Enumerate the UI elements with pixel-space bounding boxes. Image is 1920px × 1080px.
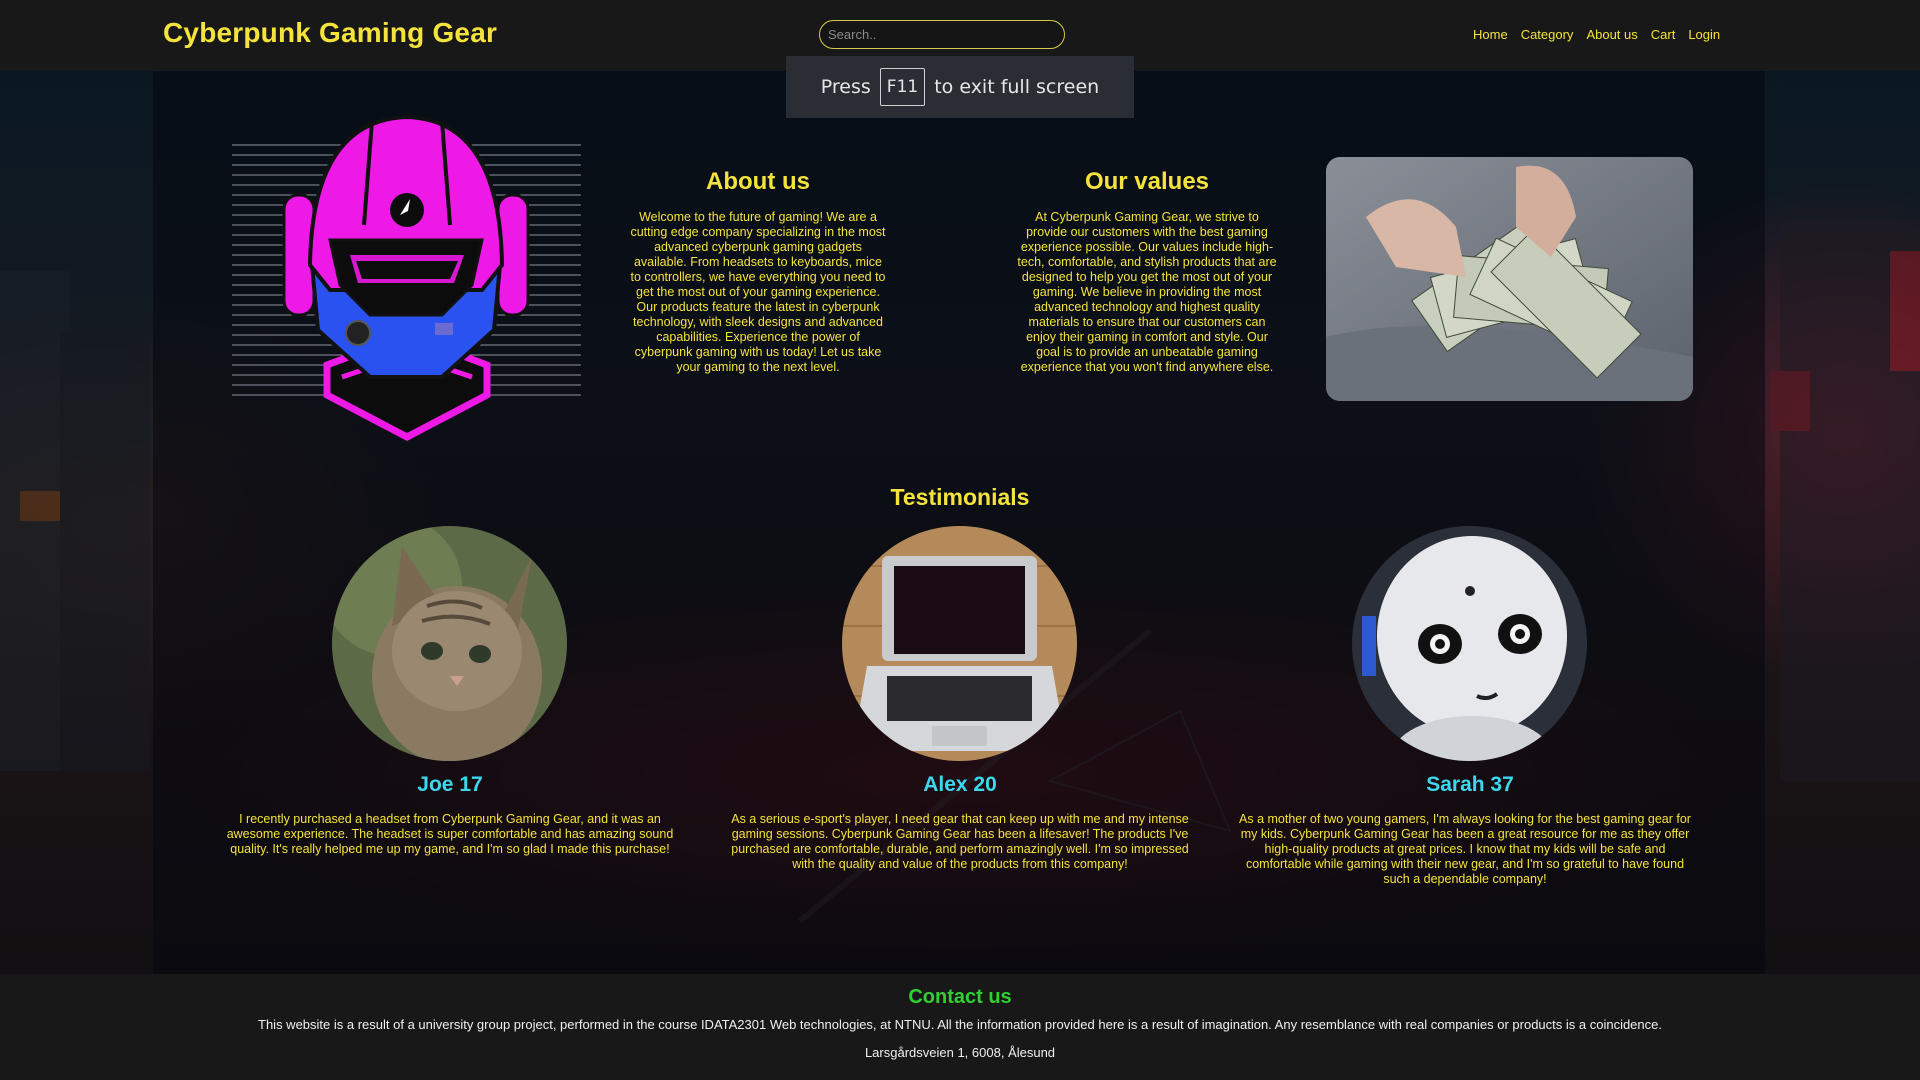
footer-disclaimer: This website is a result of a university…	[258, 1017, 1662, 1032]
footer: Contact us This website is a result of a…	[0, 974, 1920, 1080]
about-us-text: Welcome to the future of gaming! We are …	[630, 210, 886, 374]
testimonial-name-joe: Joe 17	[417, 773, 483, 796]
toast-rest-text: to exit full screen	[934, 76, 1100, 98]
contact-us-heading: Contact us	[908, 986, 1012, 1008]
testimonial-name-alex: Alex 20	[923, 773, 997, 796]
testimonial-text-alex: As a serious e-sport's player, I need ge…	[731, 812, 1189, 871]
main-nav: Home Category About us Cart Login	[1473, 27, 1733, 42]
toast-press-text: Press	[820, 76, 871, 98]
fullscreen-exit-toast: Press F11 to exit full screen	[786, 56, 1134, 118]
our-values-text: At Cyberpunk Gaming Gear, we strive to p…	[1017, 210, 1277, 374]
testimonials-heading: Testimonials	[890, 484, 1030, 510]
nav-link-login[interactable]: Login	[1688, 27, 1720, 42]
testimonial-name-sarah: Sarah 37	[1426, 773, 1514, 796]
nav-link-home[interactable]: Home	[1473, 27, 1508, 42]
testimonial-text-joe: I recently purchased a headset from Cybe…	[226, 812, 674, 856]
about-us-heading: About us	[706, 168, 810, 195]
nav-link-category[interactable]: Category	[1521, 27, 1574, 42]
avatar-kitten	[332, 526, 567, 761]
brand-logo-text[interactable]: Cyberpunk Gaming Gear	[163, 17, 497, 49]
footer-address: Larsgårdsveien 1, 6008, Ålesund	[864, 1045, 1056, 1060]
nav-link-about-us[interactable]: About us	[1586, 27, 1637, 42]
avatar-laptop	[842, 526, 1077, 761]
our-values-heading: Our values	[1084, 168, 1210, 195]
avatar-robot	[1352, 526, 1587, 761]
testimonial-text-sarah: As a mother of two young gamers, I'm alw…	[1239, 812, 1691, 886]
nav-link-cart[interactable]: Cart	[1651, 27, 1676, 42]
money-hands-image	[1326, 157, 1693, 401]
search-input[interactable]	[819, 20, 1065, 49]
f11-key: F11	[879, 68, 926, 106]
helmet-logo-image	[232, 115, 581, 441]
